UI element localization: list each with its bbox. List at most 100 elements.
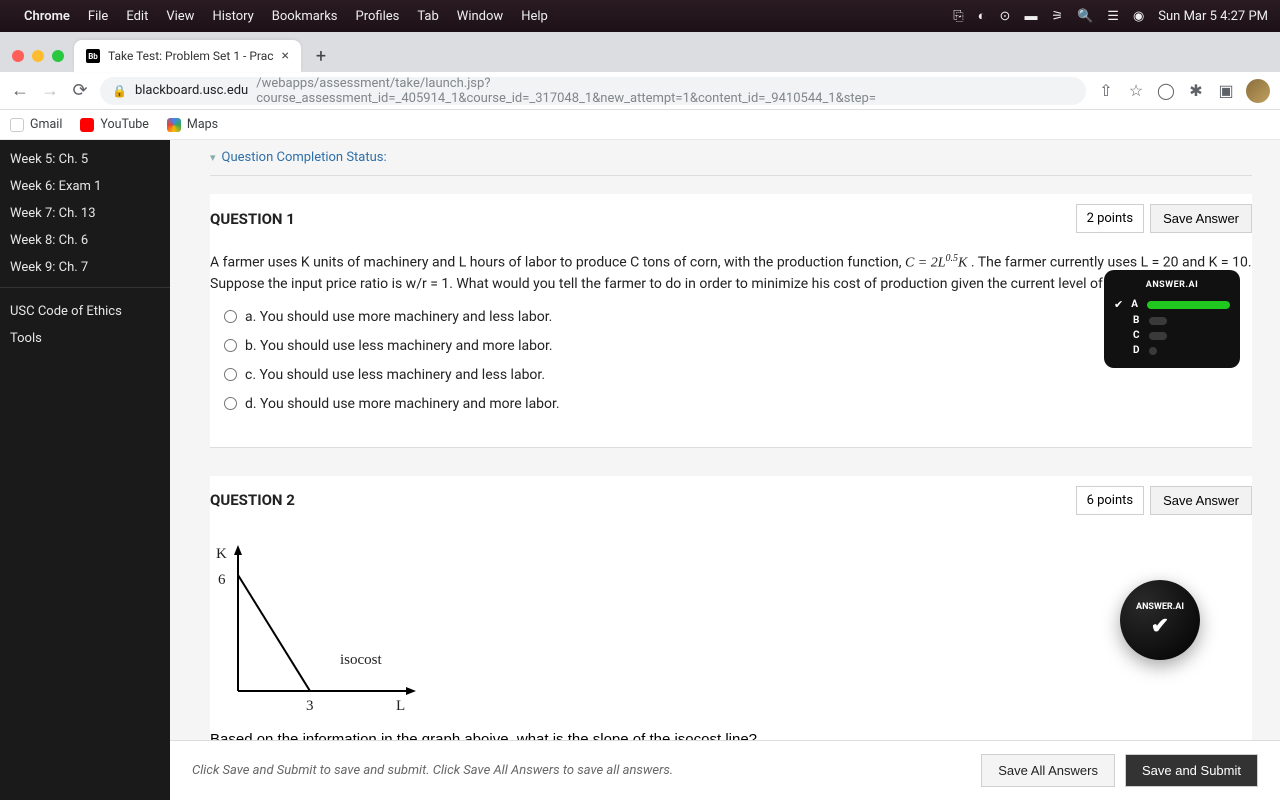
status-icon: ⎘ [953, 9, 963, 24]
mac-menubar: Chrome File Edit View History Bookmarks … [0, 0, 1280, 32]
siri-icon[interactable]: ◉ [1133, 9, 1144, 24]
q1-formula-k: K [958, 256, 967, 271]
spotlight-icon[interactable]: 🔍 [1077, 9, 1093, 24]
clock: Sun Mar 5 4:27 PM [1158, 9, 1268, 24]
omnibox[interactable]: 🔒 blackboard.usc.edu/webapps/assessment/… [100, 77, 1086, 105]
q1-option-a[interactable]: a. You should use more machinery and les… [224, 303, 1252, 332]
menu-bookmarks[interactable]: Bookmarks [272, 9, 338, 24]
sidepanel-icon[interactable]: ▣ [1216, 81, 1236, 100]
control-center-icon[interactable]: ☰ [1107, 9, 1119, 24]
sidebar-item-week5[interactable]: Week 5: Ch. 5 [0, 146, 170, 173]
sidebar-item-tools[interactable]: Tools [0, 325, 170, 352]
sidebar-item-week8[interactable]: Week 8: Ch. 6 [0, 227, 170, 254]
checkmark-icon: ✔ [1151, 614, 1169, 639]
footer-hint: Click Save and Submit to save and submit… [192, 763, 673, 778]
menu-help[interactable]: Help [521, 9, 548, 24]
q1-radio-a[interactable] [224, 310, 237, 323]
ai-bar-b [1149, 317, 1167, 325]
bookmark-maps[interactable]: Maps [167, 117, 218, 132]
wifi-icon: ⚞ [1051, 9, 1063, 24]
q2-save-button[interactable]: Save Answer [1150, 486, 1252, 515]
q1-body: A farmer uses K units of machinery and L… [210, 245, 1252, 429]
battery-icon: ▬ [1024, 8, 1037, 24]
menu-history[interactable]: History [212, 9, 253, 24]
sidebar-item-week6[interactable]: Week 6: Exam 1 [0, 173, 170, 200]
close-window-icon[interactable] [12, 50, 24, 62]
bookmark-youtube[interactable]: YouTube [80, 117, 149, 132]
save-all-answers-button[interactable]: Save All Answers [981, 754, 1115, 787]
bookmark-gmail-label: Gmail [30, 117, 62, 132]
traffic-lights[interactable] [12, 50, 64, 62]
footer-bar: Click Save and Submit to save and submit… [170, 740, 1280, 800]
q1-heading: QUESTION 1 [210, 210, 295, 228]
page: Week 5: Ch. 5 Week 6: Exam 1 Week 7: Ch.… [0, 140, 1280, 800]
ai-bar-a [1147, 301, 1230, 309]
chevron-down-icon: ▾ [210, 151, 216, 164]
ai-badge-title: ANSWER.AI [1136, 602, 1184, 612]
forward-button[interactable]: → [40, 80, 60, 101]
axis-l-label: L [396, 695, 405, 718]
completion-status[interactable]: ▾ Question Completion Status: [210, 140, 1252, 175]
menu-file[interactable]: File [88, 9, 108, 24]
browser-tab[interactable]: Bb Take Test: Problem Set 1 - Prac × [74, 40, 301, 72]
check-icon: ✔ [1114, 298, 1123, 311]
q1-radio-d[interactable] [224, 397, 237, 410]
extensions-icon[interactable]: ✱ [1186, 81, 1206, 100]
rewind-icon: ◐ [978, 8, 986, 24]
chrome-toolbar: ← → ⟳ 🔒 blackboard.usc.edu/webapps/asses… [0, 72, 1280, 110]
ext1-icon[interactable]: ◯ [1156, 81, 1176, 100]
new-tab-button[interactable]: + [307, 42, 335, 70]
back-button[interactable]: ← [10, 80, 30, 101]
ai-row-b: B [1114, 315, 1230, 326]
lock-icon: 🔒 [112, 84, 127, 98]
url-host: blackboard.usc.edu [135, 83, 248, 98]
q2-heading: QUESTION 2 [210, 491, 295, 509]
q1-formula: C = 2L [905, 256, 946, 271]
course-sidebar: Week 5: Ch. 5 Week 6: Exam 1 Week 7: Ch.… [0, 140, 170, 800]
sidebar-item-week7[interactable]: Week 7: Ch. 13 [0, 200, 170, 227]
sidebar-item-ethics[interactable]: USC Code of Ethics [0, 298, 170, 325]
q1-radio-c[interactable] [224, 368, 237, 381]
zoom-window-icon[interactable] [52, 50, 64, 62]
content-area: ▾ Question Completion Status: QUESTION 1… [170, 140, 1280, 800]
answer-ai-overlay: ANSWER.AI ✔A B C D [1104, 270, 1240, 368]
tab-close-icon[interactable]: × [282, 48, 289, 64]
ai-row-c: C [1114, 330, 1230, 341]
q1-save-button[interactable]: Save Answer [1150, 204, 1252, 233]
tab-favicon: Bb [86, 49, 100, 63]
menu-profiles[interactable]: Profiles [356, 9, 400, 24]
app-name[interactable]: Chrome [24, 9, 70, 24]
minimize-window-icon[interactable] [32, 50, 44, 62]
q1-option-b-label: b. You should use less machinery and mor… [245, 336, 553, 357]
q1-radio-b[interactable] [224, 339, 237, 352]
profile-avatar[interactable] [1246, 79, 1270, 103]
q2-points: 6 points [1076, 486, 1145, 515]
answer-ai-badge[interactable]: ANSWER.AI ✔ [1120, 580, 1200, 660]
save-and-submit-button[interactable]: Save and Submit [1125, 754, 1258, 787]
q1-option-d[interactable]: d. You should use more machinery and mor… [224, 390, 1252, 419]
share-icon[interactable]: ⇧ [1096, 81, 1116, 100]
bookmarks-bar: Gmail YouTube Maps [0, 110, 1280, 140]
menu-window[interactable]: Window [457, 9, 503, 24]
menu-tab[interactable]: Tab [417, 9, 438, 24]
sidebar-item-week9[interactable]: Week 9: Ch. 7 [0, 254, 170, 281]
bookmark-gmail[interactable]: Gmail [10, 117, 62, 132]
isocost-graph: K 6 3 L isocost [210, 541, 430, 721]
q1-option-c[interactable]: c. You should use less machinery and les… [224, 361, 1252, 390]
q1-option-d-label: d. You should use more machinery and mor… [245, 394, 560, 415]
reload-button[interactable]: ⟳ [70, 80, 90, 101]
q1-option-c-label: c. You should use less machinery and les… [245, 365, 545, 386]
axis-three-label: 3 [306, 695, 314, 718]
ai-label-a: A [1131, 299, 1141, 310]
ai-label-d: D [1133, 345, 1143, 356]
star-icon[interactable]: ☆ [1126, 81, 1146, 100]
q1-option-b[interactable]: b. You should use less machinery and mor… [224, 332, 1252, 361]
ai-row-a: ✔A [1114, 298, 1230, 311]
tab-title: Take Test: Problem Set 1 - Prac [108, 49, 274, 63]
ai-row-d: D [1114, 345, 1230, 356]
menu-view[interactable]: View [166, 9, 194, 24]
q1-exp: 0.5 [946, 253, 959, 264]
gmail-icon [10, 118, 24, 132]
youtube-icon [80, 118, 94, 132]
menu-edit[interactable]: Edit [126, 9, 148, 24]
